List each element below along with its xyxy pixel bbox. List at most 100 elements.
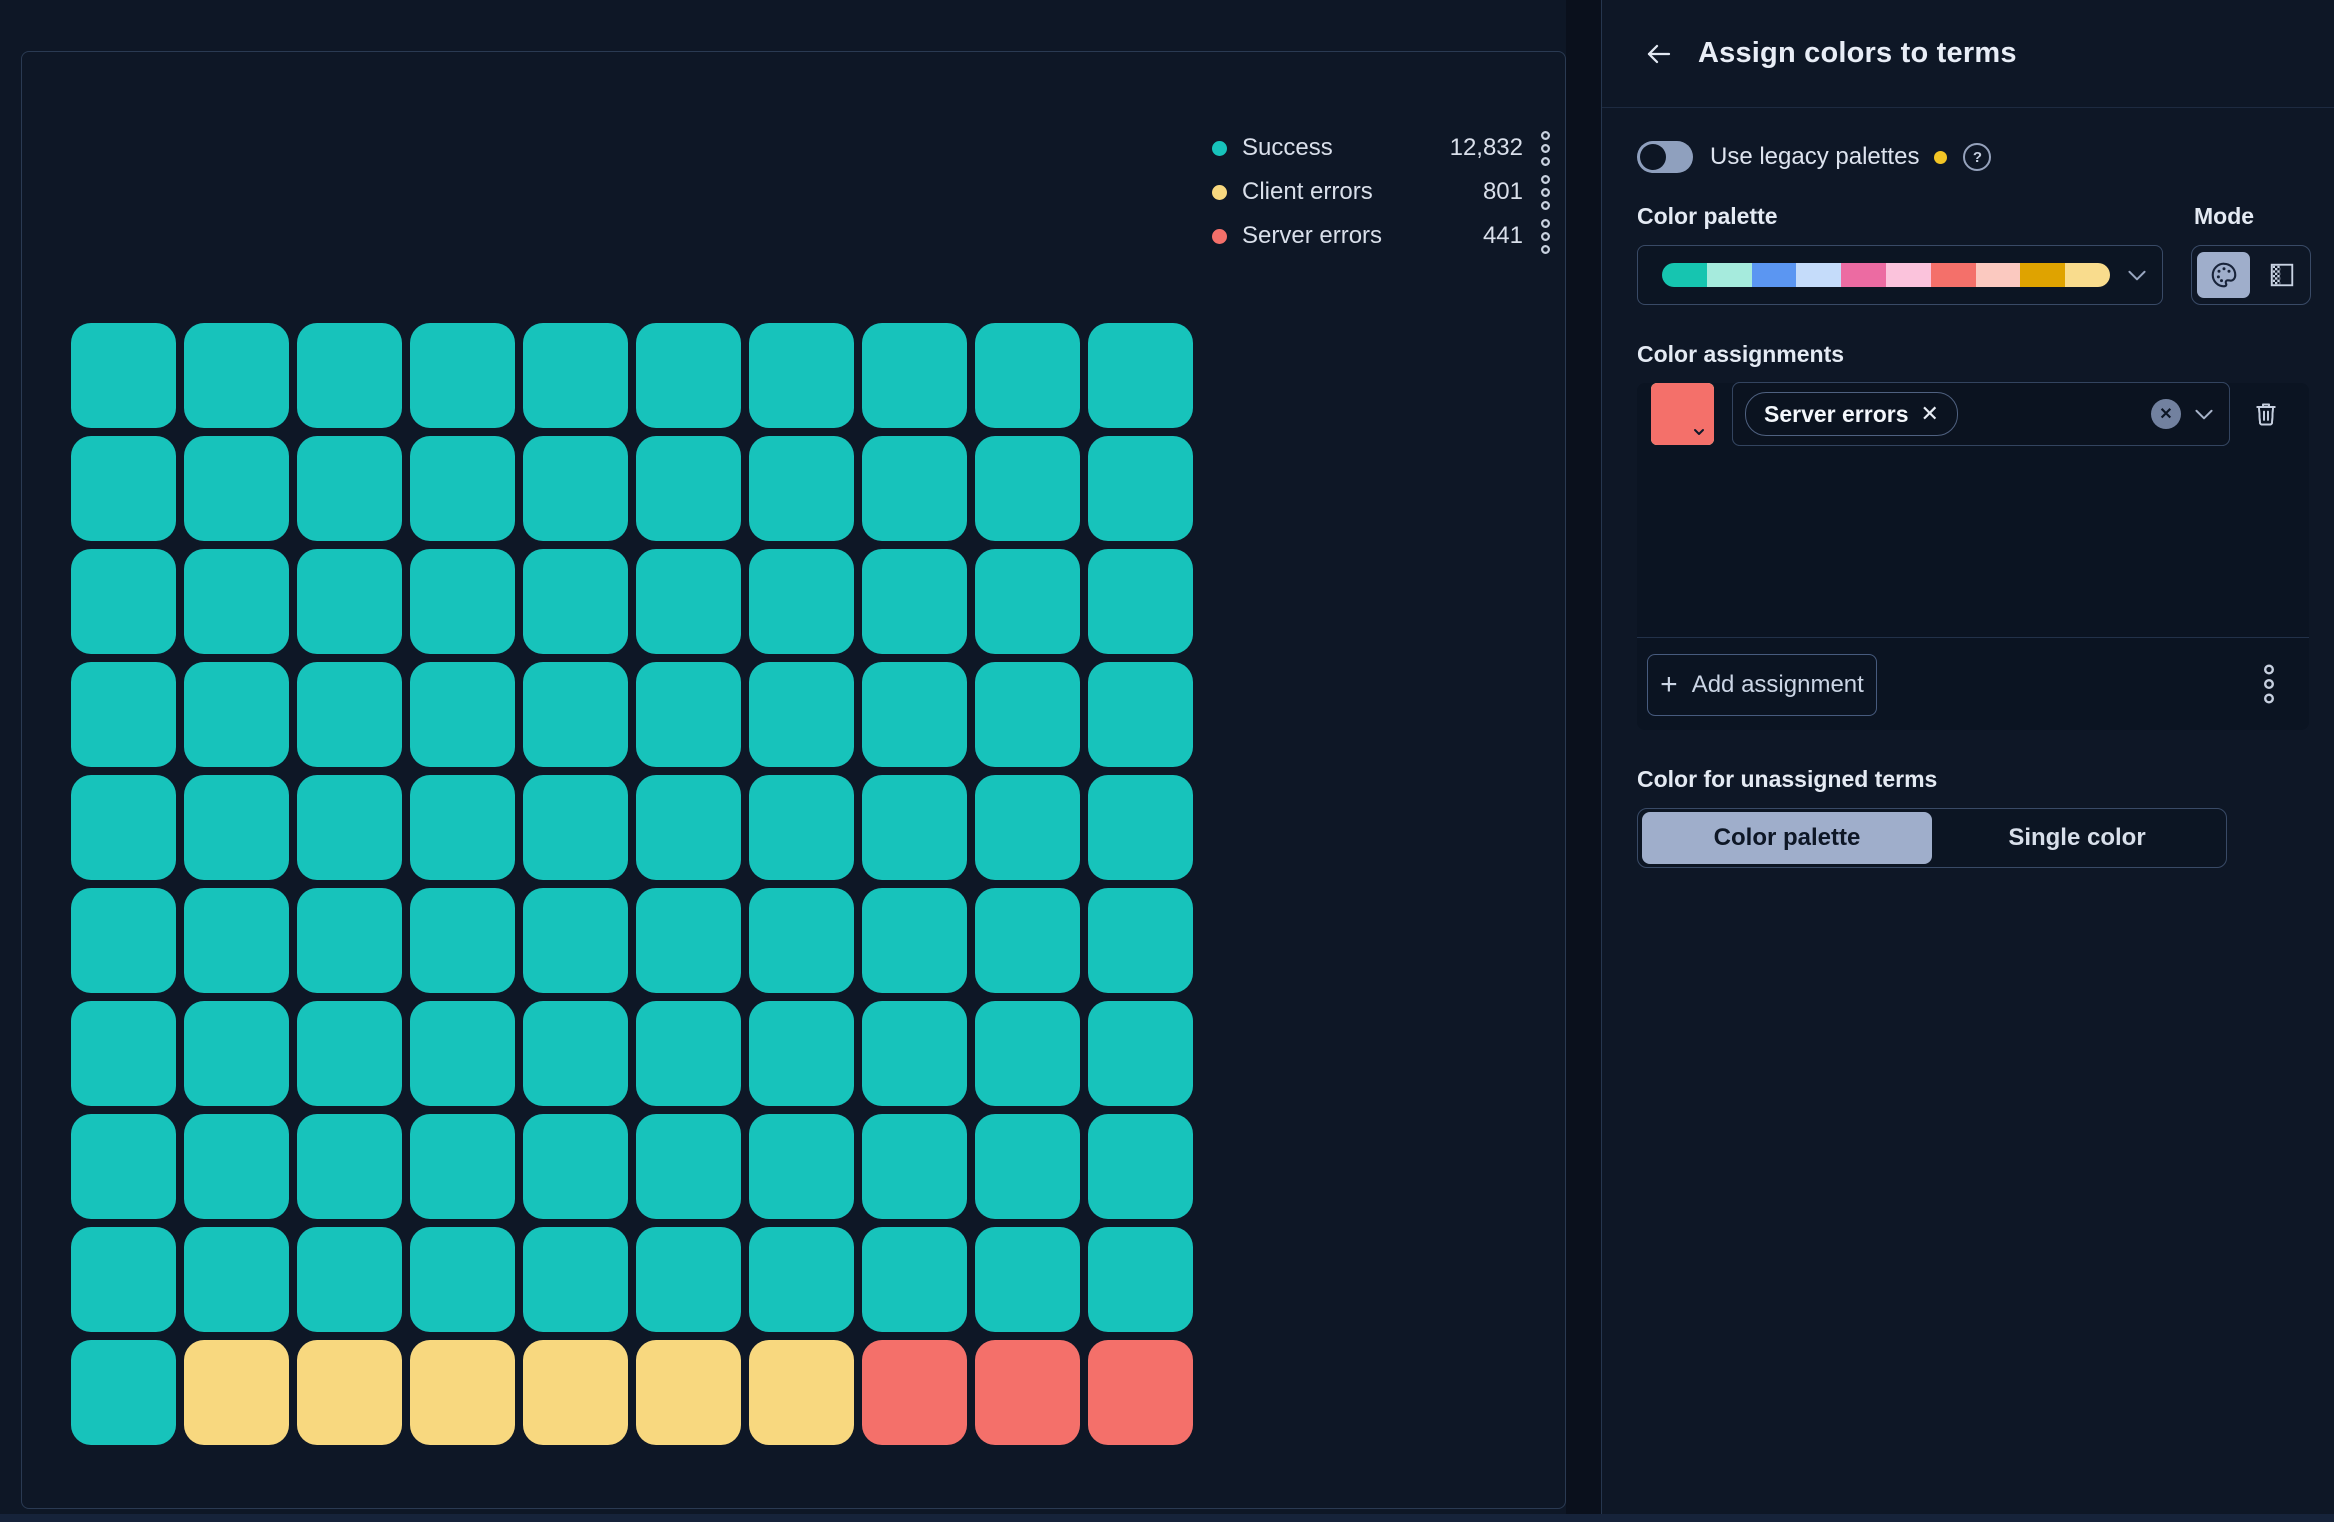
waffle-cell[interactable] <box>975 662 1080 767</box>
waffle-cell[interactable] <box>862 323 967 428</box>
waffle-cell[interactable] <box>636 549 741 654</box>
waffle-cell[interactable] <box>297 1114 402 1219</box>
waffle-cell[interactable] <box>862 549 967 654</box>
waffle-cell[interactable] <box>523 775 628 880</box>
clear-selection-button[interactable]: ✕ <box>2151 399 2181 429</box>
waffle-cell[interactable] <box>862 1340 967 1445</box>
waffle-cell[interactable] <box>636 1001 741 1106</box>
waffle-cell[interactable] <box>184 1114 289 1219</box>
waffle-cell[interactable] <box>523 888 628 993</box>
waffle-cell[interactable] <box>184 1340 289 1445</box>
waffle-cell[interactable] <box>975 1340 1080 1445</box>
waffle-cell[interactable] <box>184 323 289 428</box>
waffle-cell[interactable] <box>975 1114 1080 1219</box>
waffle-cell[interactable] <box>636 1227 741 1332</box>
waffle-cell[interactable] <box>862 436 967 541</box>
waffle-cell[interactable] <box>71 888 176 993</box>
waffle-cell[interactable] <box>636 1340 741 1445</box>
waffle-cell[interactable] <box>297 1001 402 1106</box>
waffle-cell[interactable] <box>862 775 967 880</box>
waffle-cell[interactable] <box>749 323 854 428</box>
back-arrow-icon[interactable] <box>1642 37 1676 71</box>
color-palette-select[interactable] <box>1637 245 2163 305</box>
legacy-palettes-toggle[interactable] <box>1637 141 1693 173</box>
waffle-cell[interactable] <box>184 549 289 654</box>
waffle-cell[interactable] <box>523 1340 628 1445</box>
waffle-cell[interactable] <box>297 888 402 993</box>
waffle-cell[interactable] <box>636 888 741 993</box>
remove-term-icon[interactable]: ✕ <box>1921 401 1939 427</box>
waffle-cell[interactable] <box>523 662 628 767</box>
waffle-cell[interactable] <box>862 1001 967 1106</box>
waffle-cell[interactable] <box>1088 436 1193 541</box>
waffle-cell[interactable] <box>862 1227 967 1332</box>
waffle-cell[interactable] <box>410 1340 515 1445</box>
waffle-cell[interactable] <box>184 1001 289 1106</box>
waffle-cell[interactable] <box>862 888 967 993</box>
legend-label[interactable]: Client errors <box>1242 178 1373 206</box>
legend-label[interactable]: Success <box>1242 134 1333 162</box>
waffle-cell[interactable] <box>749 549 854 654</box>
waffle-cell[interactable] <box>749 1114 854 1219</box>
waffle-cell[interactable] <box>71 323 176 428</box>
waffle-cell[interactable] <box>410 1114 515 1219</box>
waffle-cell[interactable] <box>1088 1114 1193 1219</box>
legend-more-options-icon[interactable] <box>1539 130 1552 167</box>
waffle-cell[interactable] <box>523 323 628 428</box>
waffle-cell[interactable] <box>975 1001 1080 1106</box>
waffle-cell[interactable] <box>71 436 176 541</box>
waffle-cell[interactable] <box>410 662 515 767</box>
waffle-cell[interactable] <box>636 775 741 880</box>
legend-label[interactable]: Server errors <box>1242 222 1382 250</box>
waffle-cell[interactable] <box>749 1001 854 1106</box>
waffle-cell[interactable] <box>297 436 402 541</box>
waffle-cell[interactable] <box>297 662 402 767</box>
waffle-cell[interactable] <box>1088 1001 1193 1106</box>
waffle-cell[interactable] <box>523 436 628 541</box>
waffle-cell[interactable] <box>975 549 1080 654</box>
waffle-cell[interactable] <box>749 888 854 993</box>
waffle-cell[interactable] <box>749 1340 854 1445</box>
waffle-cell[interactable] <box>71 1227 176 1332</box>
waffle-cell[interactable] <box>1088 888 1193 993</box>
waffle-cell[interactable] <box>749 662 854 767</box>
waffle-cell[interactable] <box>297 549 402 654</box>
waffle-cell[interactable] <box>975 1227 1080 1332</box>
legend-item[interactable]: Client errors 801 <box>1212 177 1552 207</box>
waffle-cell[interactable] <box>410 436 515 541</box>
waffle-cell[interactable] <box>184 1227 289 1332</box>
waffle-cell[interactable] <box>636 1114 741 1219</box>
waffle-cell[interactable] <box>523 1001 628 1106</box>
waffle-cell[interactable] <box>636 436 741 541</box>
waffle-cell[interactable] <box>975 775 1080 880</box>
waffle-cell[interactable] <box>184 888 289 993</box>
waffle-cell[interactable] <box>749 436 854 541</box>
waffle-cell[interactable] <box>1088 775 1193 880</box>
waffle-cell[interactable] <box>71 1114 176 1219</box>
assignments-more-options-icon[interactable] <box>2255 653 2283 715</box>
delete-assignment-icon[interactable] <box>2252 400 2280 428</box>
legend-item[interactable]: Server errors 441 <box>1212 221 1552 251</box>
waffle-cell[interactable] <box>975 436 1080 541</box>
waffle-cell[interactable] <box>71 1340 176 1445</box>
waffle-cell[interactable] <box>749 1227 854 1332</box>
waffle-cell[interactable] <box>184 662 289 767</box>
waffle-cell[interactable] <box>184 436 289 541</box>
legend-item[interactable]: Success 12,832 <box>1212 133 1552 163</box>
waffle-cell[interactable] <box>523 1227 628 1332</box>
term-combobox[interactable]: Server errors ✕ ✕ <box>1732 382 2230 446</box>
waffle-cell[interactable] <box>297 1340 402 1445</box>
mode-gradient-button[interactable] <box>2255 252 2308 298</box>
waffle-cell[interactable] <box>975 888 1080 993</box>
waffle-cell[interactable] <box>1088 549 1193 654</box>
waffle-cell[interactable] <box>636 662 741 767</box>
waffle-cell[interactable] <box>1088 1227 1193 1332</box>
term-pill[interactable]: Server errors ✕ <box>1745 392 1958 436</box>
waffle-cell[interactable] <box>71 662 176 767</box>
color-swatch-button[interactable] <box>1651 383 1714 445</box>
waffle-cell[interactable] <box>862 1114 967 1219</box>
waffle-cell[interactable] <box>71 1001 176 1106</box>
waffle-cell[interactable] <box>1088 662 1193 767</box>
waffle-cell[interactable] <box>523 549 628 654</box>
waffle-cell[interactable] <box>1088 1340 1193 1445</box>
